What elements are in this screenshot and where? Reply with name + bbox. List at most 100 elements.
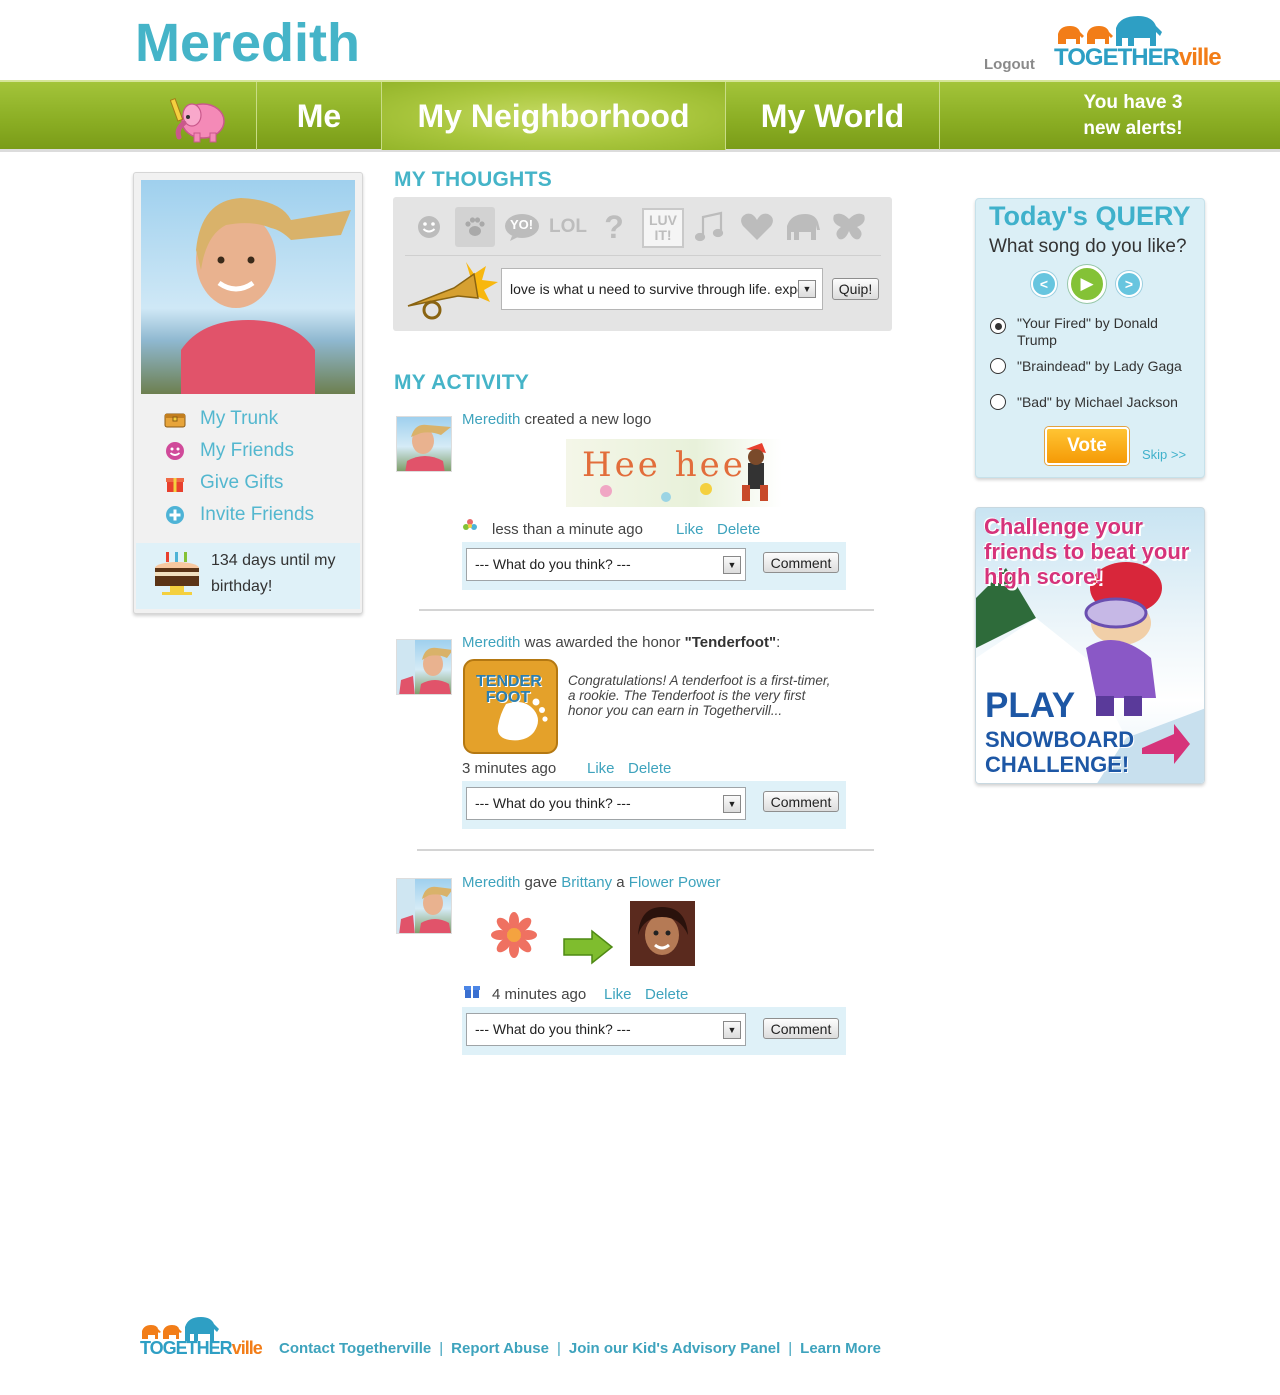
- honor-suffix: :: [776, 634, 781, 651]
- activity-article: a: [616, 874, 625, 891]
- page-title: Meredith: [135, 13, 361, 73]
- ad-game-line-2: CHALLENGE!: [985, 752, 1130, 777]
- activity-divider: [419, 609, 874, 611]
- nav-my-world[interactable]: My World: [726, 82, 939, 150]
- activity-verb: gave: [524, 874, 558, 891]
- quip-button[interactable]: Quip!: [832, 278, 879, 300]
- honor-name: "Tenderfoot": [684, 634, 777, 651]
- footer-separator: |: [439, 1340, 444, 1357]
- snowboard-challenge-ad[interactable]: Challenge your friends to beat your high…: [975, 507, 1205, 784]
- ad-play-text: PLAY: [985, 686, 1076, 725]
- recipient-avatar[interactable]: [630, 901, 695, 966]
- luv-it-line-2: IT!: [654, 227, 672, 243]
- like-link[interactable]: Like: [587, 760, 615, 777]
- previous-arrow-icon[interactable]: <: [1031, 271, 1057, 297]
- query-option-label[interactable]: "Bad" by Michael Jackson: [1017, 394, 1197, 411]
- activity-divider: [417, 849, 874, 851]
- query-option-radio[interactable]: [990, 358, 1006, 374]
- like-link[interactable]: Like: [604, 986, 632, 1003]
- footer-link-contact[interactable]: Contact Togetherville: [279, 1340, 431, 1357]
- nav-me[interactable]: Me: [257, 82, 381, 150]
- menu-give-gifts-label: Give Gifts: [200, 472, 284, 493]
- created-logo-image[interactable]: Hee hee: [566, 439, 782, 507]
- avatar[interactable]: [396, 878, 452, 934]
- togetherville-logo[interactable]: TOGETHERville: [1054, 14, 1222, 74]
- actor-link[interactable]: Meredith: [462, 634, 520, 651]
- skip-link[interactable]: Skip >>: [1142, 447, 1186, 462]
- paw-icon[interactable]: [455, 207, 495, 247]
- actor-link[interactable]: Meredith: [462, 411, 520, 428]
- yo-icon[interactable]: YO!: [502, 207, 542, 247]
- query-option-radio[interactable]: [990, 394, 1006, 410]
- trumpet-icon: [404, 260, 500, 327]
- butterfly-icon[interactable]: [829, 207, 869, 247]
- flower-gift-icon[interactable]: [490, 911, 538, 964]
- chevron-down-icon[interactable]: ▼: [723, 795, 741, 813]
- comment-button[interactable]: Comment: [763, 1018, 839, 1039]
- footer-link-advisory-panel[interactable]: Join our Kid's Advisory Panel: [569, 1340, 780, 1357]
- query-title: Today's QUERY: [989, 201, 1191, 231]
- nav-my-neighborhood[interactable]: My Neighborhood: [382, 82, 725, 150]
- query-option-radio[interactable]: [990, 318, 1006, 334]
- activity-2-time: 3 minutes ago: [462, 760, 557, 777]
- next-arrow-icon[interactable]: >: [1116, 271, 1142, 297]
- tenderfoot-badge[interactable]: TENDER FOOT: [462, 658, 559, 755]
- delete-link[interactable]: Delete: [628, 760, 671, 777]
- avatar[interactable]: [396, 416, 452, 472]
- comment-button[interactable]: Comment: [763, 552, 839, 573]
- menu-invite-friends[interactable]: Invite Friends: [164, 501, 314, 529]
- delete-link[interactable]: Delete: [645, 986, 688, 1003]
- logo-word-ville: ville: [1178, 44, 1222, 71]
- activity-1-time: less than a minute ago: [492, 521, 643, 538]
- birthday-countdown: 134 days until my birthday!: [211, 552, 336, 595]
- footer-link-report-abuse[interactable]: Report Abuse: [451, 1340, 549, 1357]
- actor-link[interactable]: Meredith: [462, 874, 520, 891]
- my-thoughts-title: MY THOUGHTS: [394, 168, 553, 191]
- elephant-icon[interactable]: [783, 207, 823, 247]
- smiley-icon: [164, 440, 186, 462]
- delete-link[interactable]: Delete: [717, 521, 760, 538]
- profile-photo[interactable]: [141, 180, 355, 394]
- gift-link[interactable]: Flower Power: [629, 874, 721, 891]
- comment-select[interactable]: --- What do you think? ---: [466, 548, 746, 581]
- avatar[interactable]: [396, 639, 452, 695]
- activity-1-description: Meredith created a new logo: [462, 411, 651, 428]
- nav-separator: [939, 82, 940, 150]
- footer-logo-together: TOGETHER: [140, 1338, 233, 1358]
- query-option-label[interactable]: "Braindead" by Lady Gaga: [1017, 358, 1197, 375]
- menu-my-trunk[interactable]: My Trunk: [164, 405, 278, 433]
- thoughts-divider: [405, 255, 881, 256]
- query-option-label[interactable]: "Your Fired" by Donald Trump: [1017, 315, 1187, 349]
- play-icon[interactable]: ▶: [1068, 265, 1106, 303]
- comment-select[interactable]: --- What do you think? ---: [466, 1013, 746, 1046]
- activity-2-description: Meredith was awarded the honor "Tenderfo…: [462, 634, 780, 651]
- recipient-link[interactable]: Brittany: [561, 874, 612, 891]
- chevron-down-icon[interactable]: ▼: [723, 556, 741, 574]
- vote-button[interactable]: Vote: [1045, 427, 1129, 465]
- comment-button[interactable]: Comment: [763, 791, 839, 812]
- quip-input[interactable]: love is what u need to survive through l…: [501, 268, 823, 310]
- menu-give-gifts[interactable]: Give Gifts: [164, 469, 283, 497]
- luv-it-icon[interactable]: LUV IT!: [642, 208, 684, 248]
- elephant-home-icon[interactable]: [169, 93, 228, 145]
- heart-icon[interactable]: [737, 207, 777, 247]
- music-note-icon[interactable]: [690, 207, 730, 247]
- chevron-down-icon[interactable]: ▼: [798, 280, 816, 298]
- yo-icon-text: YO!: [510, 217, 534, 232]
- question-icon[interactable]: ?: [594, 207, 634, 247]
- alerts-notice[interactable]: You have 3 new alerts!: [1060, 90, 1206, 142]
- menu-my-friends[interactable]: My Friends: [164, 437, 294, 465]
- footer-link-learn-more[interactable]: Learn More: [800, 1340, 881, 1357]
- comment-select[interactable]: --- What do you think? ---: [466, 787, 746, 820]
- footer-togetherville-logo[interactable]: TOGETHERville: [140, 1315, 263, 1361]
- logout-link[interactable]: Logout: [984, 56, 1035, 73]
- lol-icon[interactable]: LOL: [548, 207, 588, 247]
- like-link[interactable]: Like: [676, 521, 704, 538]
- luv-it-line-1: LUV: [649, 212, 677, 228]
- badge-line-2: FOOT: [485, 689, 531, 706]
- activity-3-description: Meredith gave Brittany a Flower Power: [462, 874, 720, 891]
- menu-my-trunk-label: My Trunk: [200, 408, 279, 429]
- smiley-icon[interactable]: [409, 207, 449, 247]
- chevron-down-icon[interactable]: ▼: [723, 1021, 741, 1039]
- trunk-icon: [164, 408, 186, 430]
